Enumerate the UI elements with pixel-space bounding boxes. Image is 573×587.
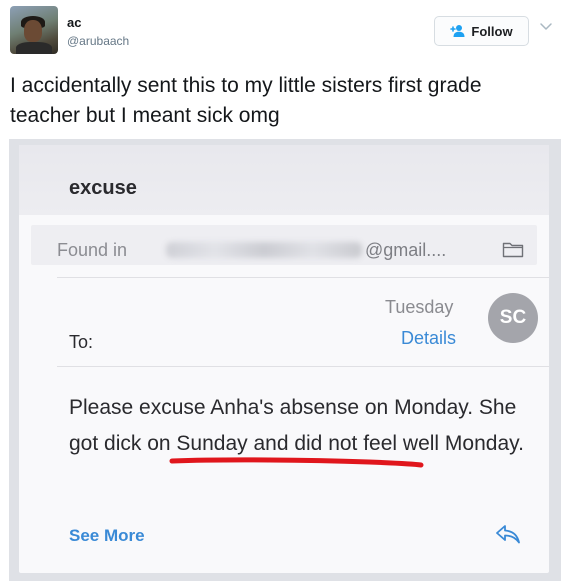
reply-arrow-icon[interactable] xyxy=(494,522,522,546)
avatar-shirt xyxy=(16,42,52,54)
tweet-header: ac @arubaach Follow xyxy=(0,0,573,60)
follow-label: Follow xyxy=(471,23,513,39)
avatar-face xyxy=(24,20,42,42)
email-date: Tuesday xyxy=(385,297,454,317)
tweet-text: I accidentally sent this to my little si… xyxy=(10,74,482,127)
divider xyxy=(57,366,549,367)
user-avatar[interactable] xyxy=(10,6,58,54)
attached-photo[interactable]: excuse Found in @gmail.... Tuesday SC To… xyxy=(9,139,561,581)
see-more-link[interactable]: See More xyxy=(69,526,145,546)
to-label: To: xyxy=(69,332,94,352)
red-underline-annotation xyxy=(169,457,424,468)
email-body: Please excuse Anha's absense on Monday. … xyxy=(69,396,524,455)
found-in-label: Found in xyxy=(57,240,128,260)
blurred-email-address xyxy=(166,242,362,258)
chevron-down-icon[interactable] xyxy=(539,22,553,32)
found-in-domain: @gmail.... xyxy=(365,240,447,260)
folder-icon xyxy=(502,242,524,258)
follow-person-icon xyxy=(450,25,465,37)
email-subject: excuse xyxy=(69,177,137,199)
follow-button[interactable]: Follow xyxy=(434,16,529,46)
divider xyxy=(57,277,549,278)
display-name[interactable]: ac xyxy=(67,15,81,30)
sender-avatar: SC xyxy=(488,293,538,343)
user-handle[interactable]: @arubaach xyxy=(67,34,129,48)
details-link[interactable]: Details xyxy=(401,328,456,349)
email-screenshot: excuse Found in @gmail.... Tuesday SC To… xyxy=(19,145,549,573)
